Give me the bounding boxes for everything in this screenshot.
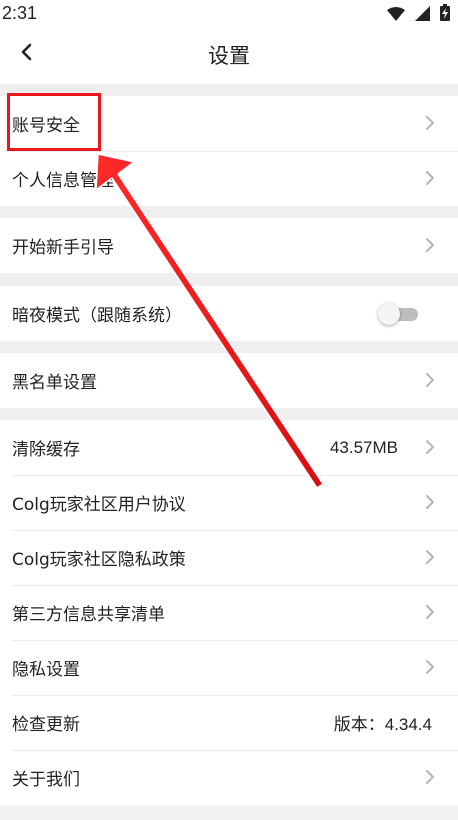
settings-item-about-us[interactable]: 关于我们 [0,750,458,805]
chevron-right-icon [426,238,434,252]
settings-item-blacklist[interactable]: 黑名单设置 [0,353,458,408]
settings-item-user-agreement[interactable]: Colg玩家社区用户协议 [0,475,458,530]
settings-item-label: 检查更新 [12,715,80,735]
chevron-right-icon [426,605,434,619]
chevron-right-icon [426,660,434,674]
section-divider [0,408,458,420]
back-button[interactable] [12,40,40,68]
section-divider [0,206,458,218]
settings-item-label: 黑名单设置 [12,373,97,393]
settings-item-third-party-sharing[interactable]: 第三方信息共享清单 [0,585,458,640]
settings-group-night-mode: 暗夜模式（跟随系统） [0,286,458,341]
settings-item-privacy-policy[interactable]: Colg玩家社区隐私政策 [0,530,458,585]
chevron-right-icon [426,373,434,387]
chevron-right-icon [426,171,434,185]
nav-bar: 设置 [0,26,458,84]
settings-item-label: 隐私设置 [12,660,80,680]
settings-item-label: 开始新手引导 [12,238,114,258]
section-divider [0,273,458,286]
settings-item-privacy-settings[interactable]: 隐私设置 [0,640,458,695]
version-value: 版本：4.34.4 [333,715,432,734]
signal-icon [415,5,430,26]
settings-item-beginner-guide[interactable]: 开始新手引导 [0,218,458,273]
battery-charging-icon [440,4,450,26]
settings-item-label: 个人信息管理 [12,171,114,191]
settings-group-account: 账号安全 个人信息管理 [0,96,458,206]
settings-item-label: 第三方信息共享清单 [12,605,165,625]
settings-group-guide: 开始新手引导 [0,218,458,273]
settings-item-night-mode: 暗夜模式（跟随系统） [0,286,458,341]
toggle-knob [378,303,400,325]
settings-group-misc: 清除缓存 43.57MB Colg玩家社区用户协议 Colg玩家社区隐私政策 第… [0,420,458,805]
chevron-right-icon [426,770,434,784]
cache-size-value: 43.57MB [329,437,398,457]
chevron-right-icon [426,116,434,130]
settings-group-blacklist: 黑名单设置 [0,353,458,408]
chevron-right-icon [426,440,434,454]
settings-item-label: 暗夜模式（跟随系统） [12,306,182,326]
status-bar: 2:31 [0,0,458,26]
section-divider [0,84,458,96]
page-title: 设置 [208,44,250,68]
settings-item-label: Colg玩家社区隐私政策 [12,550,186,570]
chevron-left-icon [20,43,32,65]
status-time: 2:31 [2,3,38,23]
chevron-right-icon [426,495,434,509]
settings-item-clear-cache[interactable]: 清除缓存 43.57MB [0,420,458,475]
night-mode-toggle[interactable] [378,303,420,325]
settings-item-label: 关于我们 [12,770,80,790]
section-divider [0,341,458,353]
status-icons [387,4,450,26]
chevron-right-icon [426,550,434,564]
settings-item-label: 账号安全 [12,116,80,136]
settings-item-personal-info[interactable]: 个人信息管理 [0,151,458,206]
settings-item-label: 清除缓存 [12,440,80,460]
settings-item-account-security[interactable]: 账号安全 [0,96,458,151]
settings-item-check-update[interactable]: 检查更新 版本：4.34.4 [0,695,458,750]
wifi-icon [387,5,405,26]
settings-item-label: Colg玩家社区用户协议 [12,495,186,515]
